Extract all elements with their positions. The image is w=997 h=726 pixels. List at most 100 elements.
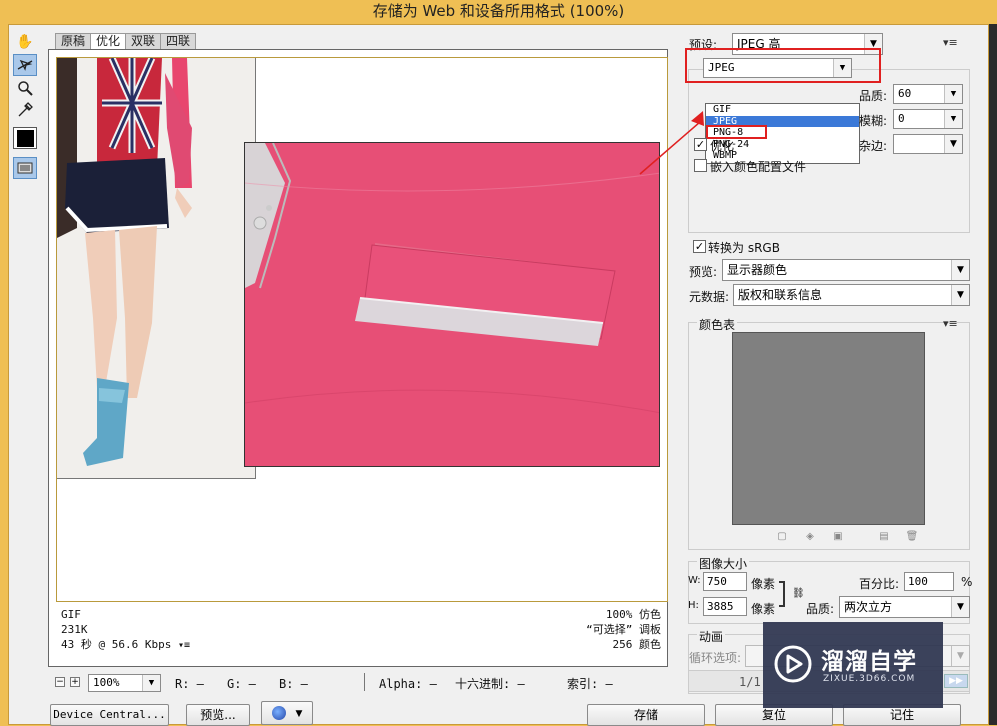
readout-index: 索引: — xyxy=(567,677,613,691)
width-unit: 像素 xyxy=(751,577,776,591)
toggle-slices-icon[interactable] xyxy=(13,157,37,179)
preview-color-select[interactable]: 显示器颜色 ▼ xyxy=(722,259,970,281)
frame-counter: 1/1 xyxy=(739,675,761,689)
watermark-url: ZIXUE.3D66.COM xyxy=(823,674,916,684)
preview-canvas[interactable] xyxy=(56,57,668,602)
height-unit: 像素 xyxy=(751,602,776,616)
readout-b: B: — xyxy=(279,677,308,691)
divider xyxy=(364,673,365,691)
status-dither: 100% 仿色 xyxy=(605,608,661,621)
image-size-title: 图像大小 xyxy=(697,555,750,572)
status-right: 100% 仿色 “可选择” 调板 256 颜色 xyxy=(586,607,661,652)
animation-title: 动画 xyxy=(697,628,726,645)
chevron-down-icon: ▼ xyxy=(944,135,962,153)
convert-srgb-checkbox[interactable]: ✓ xyxy=(693,240,706,253)
photo-zoom-detail xyxy=(244,142,660,467)
tab-original[interactable]: 原稿 xyxy=(55,33,92,49)
zoom-select[interactable]: 100% ▼ xyxy=(88,674,161,692)
chevron-down-icon: ▼ xyxy=(944,85,962,103)
embed-profile-checkbox[interactable] xyxy=(694,159,707,172)
metadata-select[interactable]: 版权和联系信息 ▼ xyxy=(733,284,970,306)
new-color-icon[interactable]: ▤ xyxy=(877,530,891,544)
settings-menu-icon[interactable]: ▾≡ xyxy=(943,36,958,49)
browser-icon xyxy=(271,705,286,720)
eyedropper-color-swatch[interactable] xyxy=(13,127,37,149)
zoom-out-button[interactable]: − xyxy=(55,677,65,687)
readout-hex: 十六进制: — xyxy=(455,677,525,691)
percent-input[interactable]: 100 xyxy=(904,572,954,591)
blur-field[interactable]: 0 ▼ xyxy=(893,109,963,129)
chevron-down-icon: ▼ xyxy=(142,675,160,691)
chevron-down-icon: ▼ xyxy=(951,597,969,617)
height-label: H: xyxy=(688,600,699,611)
embed-profile-label: 嵌入颜色配置文件 xyxy=(710,160,807,174)
view-tabs: 原稿 优化 双联 四联 xyxy=(55,33,197,49)
width-label: W: xyxy=(688,575,701,586)
chevron-down-icon: ▼ xyxy=(951,260,969,280)
preview-canvas-frame: GIF 231K 43 秒 @ 56.6 Kbps ▾≡ 100% 仿色 “可选… xyxy=(48,49,668,667)
quality-field[interactable]: 60 ▼ xyxy=(893,84,963,104)
color-table-title: 颜色表 xyxy=(697,316,738,333)
quality-label: 品质: xyxy=(859,89,888,103)
loop-label: 循环选项: xyxy=(689,651,742,665)
matte-label: 杂边: xyxy=(859,139,888,153)
percent-label: 百分比: xyxy=(859,577,900,591)
readout-r: R: — xyxy=(175,677,204,691)
background-window-edge xyxy=(989,24,997,725)
play-logo-icon xyxy=(774,645,812,683)
optimized-checkbox[interactable]: ✓ xyxy=(694,138,707,151)
zoom-in-button[interactable]: + xyxy=(70,677,80,687)
status-time: 43 秒 @ 56.6 Kbps ▾≡ xyxy=(61,638,191,651)
preview-button[interactable]: 预览... xyxy=(186,704,250,726)
convert-srgb-label: 转换为 sRGB xyxy=(708,241,780,255)
status-menu-icon[interactable]: ▾≡ xyxy=(178,640,190,651)
color-table-menu-icon[interactable]: ▾≡ xyxy=(943,317,958,330)
slice-select-tool-icon[interactable] xyxy=(13,54,37,76)
resample-select[interactable]: 两次立方 ▼ xyxy=(839,596,970,618)
save-for-web-dialog: ✋ 原稿 优化 双联 四联 GIF 231K 43 秒 @ 56.6 Kbps … xyxy=(8,24,989,726)
chevron-down-icon: ▼ xyxy=(951,285,969,305)
link-icon[interactable]: ⛓ xyxy=(792,588,805,599)
status-colors: 256 颜色 xyxy=(612,638,662,651)
hand-tool-icon[interactable]: ✋ xyxy=(13,31,37,53)
color-table-swatches[interactable] xyxy=(732,332,925,525)
save-button[interactable]: 存储 xyxy=(587,704,705,726)
format-option-gif[interactable]: GIF xyxy=(706,104,859,116)
readout-g: G: — xyxy=(227,677,256,691)
status-palette: “可选择” 调板 xyxy=(586,623,661,636)
watermark-overlay: 溜溜自学 ZIXUE.3D66.COM xyxy=(763,622,943,708)
photo-girl xyxy=(57,58,256,479)
lock-color-icon[interactable]: ▣ xyxy=(831,530,845,544)
zoom-tool-icon[interactable] xyxy=(13,77,37,99)
chevron-down-icon: ▼ xyxy=(951,646,969,666)
map-color-icon[interactable]: ▢ xyxy=(775,530,789,544)
window-title: 存储为 Web 和设备所用格式 (100%) xyxy=(0,0,997,24)
tab-4up[interactable]: 四联 xyxy=(160,33,197,49)
status-size: 231K xyxy=(61,623,88,636)
constrain-bracket xyxy=(779,581,785,607)
last-frame-icon[interactable]: ▶▶ xyxy=(944,674,968,688)
device-central-button[interactable]: Device Central... xyxy=(50,704,169,726)
width-input[interactable]: 750 xyxy=(703,572,747,591)
height-input[interactable]: 3885 xyxy=(703,597,747,616)
trash-icon[interactable]: 🗑 xyxy=(905,530,919,544)
status-format: GIF xyxy=(61,608,81,621)
chevron-down-icon: ▼ xyxy=(295,709,303,719)
watermark-brand: 溜溜自学 xyxy=(821,649,917,675)
percent-sign: % xyxy=(961,575,973,589)
metadata-label: 元数据: xyxy=(689,290,730,304)
format-highlight-box xyxy=(685,48,881,83)
eyedropper-tool-icon[interactable] xyxy=(13,99,37,121)
blur-label: 模糊: xyxy=(859,114,888,128)
status-left: GIF 231K 43 秒 @ 56.6 Kbps ▾≡ xyxy=(61,607,190,653)
resample-label: 品质: xyxy=(806,602,835,616)
optimized-label: 优化 xyxy=(710,139,735,153)
readout-alpha: Alpha: — xyxy=(379,677,437,691)
browser-preview-button[interactable]: ▼ xyxy=(261,701,313,725)
tab-2up[interactable]: 双联 xyxy=(125,33,162,49)
web-shift-icon[interactable]: ◈ xyxy=(803,530,817,544)
matte-select[interactable]: ▼ xyxy=(893,134,963,154)
chevron-down-icon: ▼ xyxy=(944,110,962,128)
tab-optimized[interactable]: 优化 xyxy=(90,33,127,49)
preview-color-label: 预览: xyxy=(689,265,718,279)
